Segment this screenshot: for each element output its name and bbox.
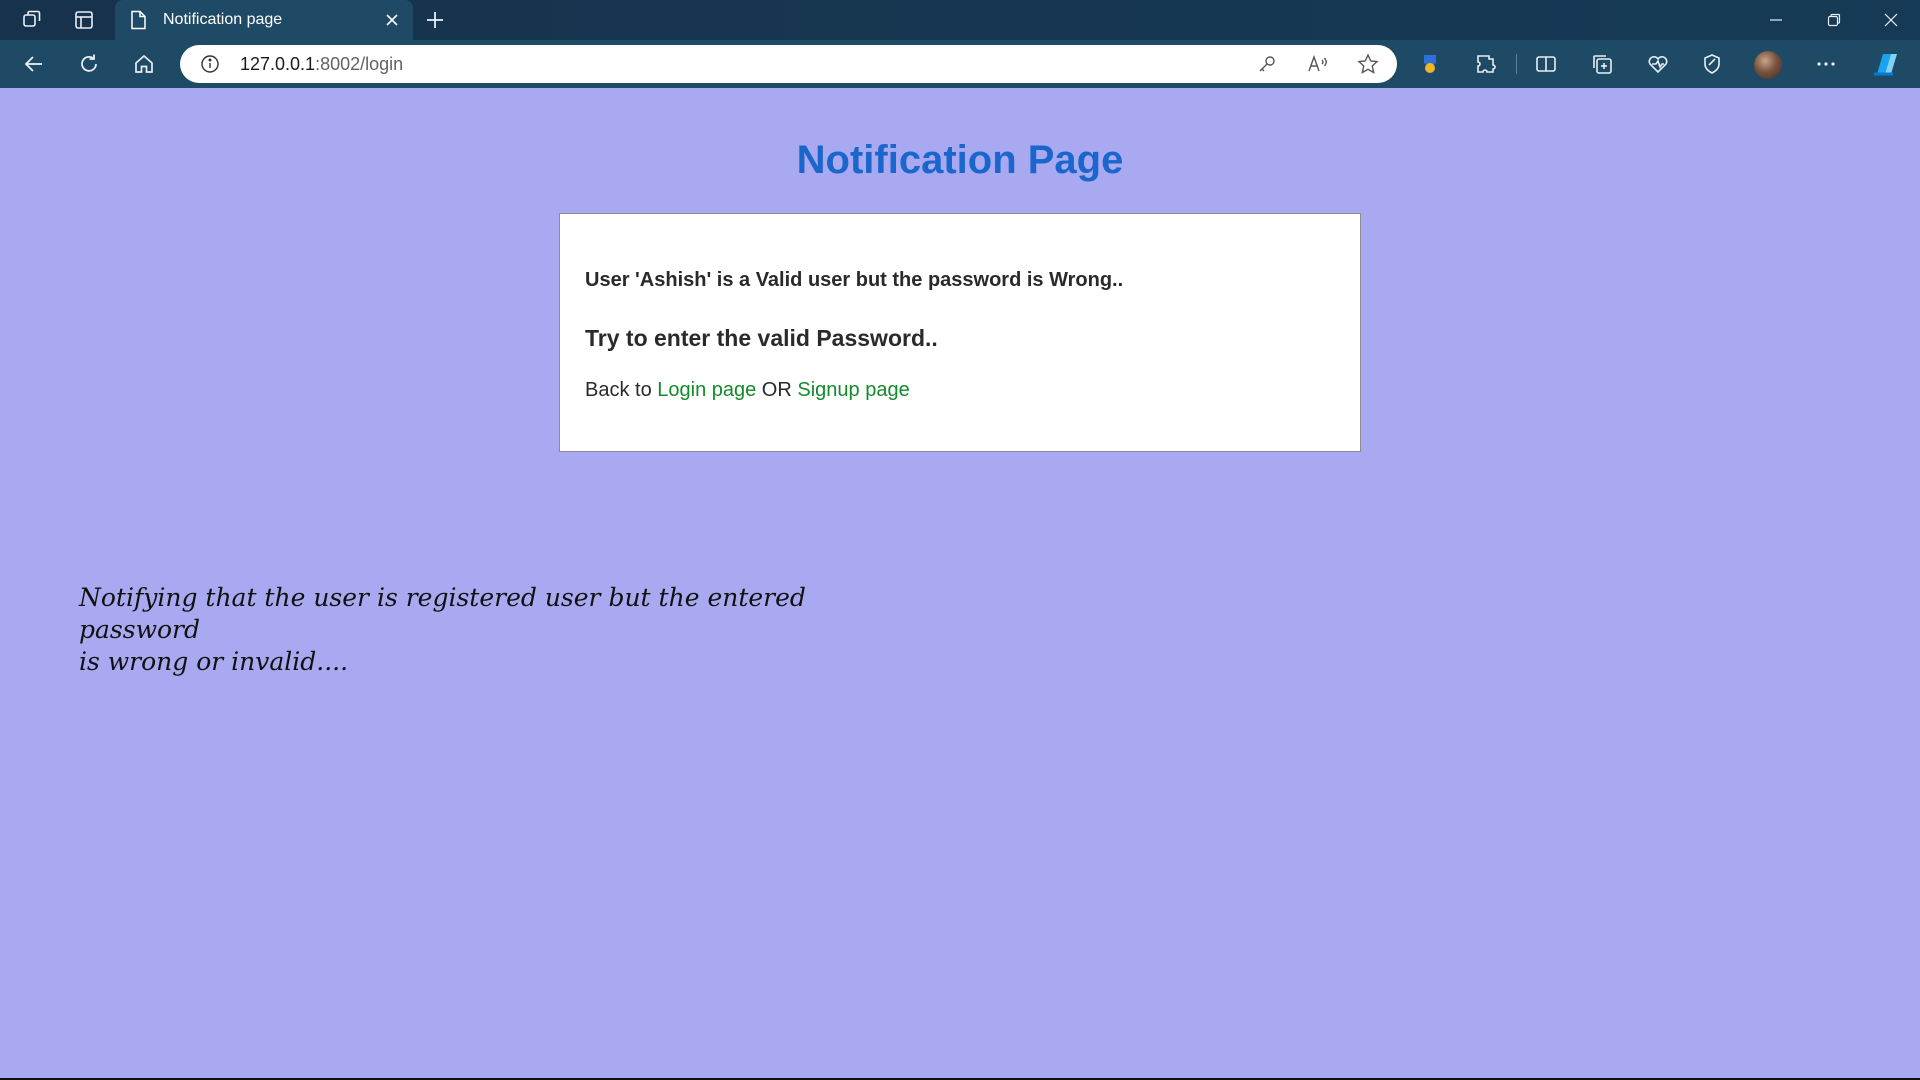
restore-icon[interactable] xyxy=(1805,0,1863,40)
tab-notification-page[interactable]: Notification page xyxy=(115,0,413,40)
extensions-icon[interactable] xyxy=(1464,44,1508,84)
browser-toolbar: 127.0.0.1:8002/login xyxy=(0,40,1920,88)
favorite-star-icon[interactable] xyxy=(1348,45,1388,83)
key-icon[interactable] xyxy=(1247,45,1287,83)
close-window-icon[interactable] xyxy=(1862,0,1920,40)
back-icon[interactable] xyxy=(14,44,54,84)
page-icon xyxy=(129,10,149,30)
extension-badge-icon[interactable] xyxy=(1408,44,1452,84)
copilot-icon[interactable] xyxy=(1864,44,1908,84)
refresh-icon[interactable] xyxy=(69,44,109,84)
page-content: Notification Page User 'Ashish' is a Val… xyxy=(0,88,1920,1080)
read-aloud-icon[interactable] xyxy=(1298,45,1338,83)
new-tab-icon[interactable] xyxy=(415,0,455,40)
minimize-icon[interactable] xyxy=(1747,0,1805,40)
tab-bar: Notification page xyxy=(0,0,1920,40)
login-page-link[interactable]: Login page xyxy=(657,379,756,401)
page-title: Notification Page xyxy=(796,138,1124,182)
split-screen-icon[interactable] xyxy=(1524,44,1568,84)
back-prefix: Back to xyxy=(585,379,658,401)
toolbar-divider xyxy=(1516,54,1517,74)
signup-page-link[interactable]: Signup page xyxy=(797,379,909,401)
workspaces-icon[interactable] xyxy=(12,0,52,40)
caption-line-2: is wrong or invalid.... xyxy=(79,647,349,676)
address-bar[interactable]: 127.0.0.1:8002/login xyxy=(180,45,1397,83)
home-icon[interactable] xyxy=(124,44,164,84)
avatar[interactable] xyxy=(1754,51,1782,79)
url-host: 127.0.0.1 xyxy=(240,53,316,74)
caption-text: Notifying that the user is registered us… xyxy=(79,582,839,678)
tab-title: Notification page xyxy=(163,11,283,28)
caption-line-1: Notifying that the user is registered us… xyxy=(79,583,806,644)
user-status-message: User 'Ashish' is a Valid user but the pa… xyxy=(585,269,1124,291)
notification-card: User 'Ashish' is a Valid user but the pa… xyxy=(559,213,1361,452)
more-icon[interactable] xyxy=(1804,44,1848,84)
retry-message: Try to enter the valid Password.. xyxy=(585,325,938,351)
feedback-icon[interactable] xyxy=(1690,44,1734,84)
url-path: :8002/login xyxy=(315,53,404,74)
tab-actions-icon[interactable] xyxy=(64,0,104,40)
collections-icon[interactable] xyxy=(1580,44,1624,84)
back-links: Back to Login page OR Signup page xyxy=(585,379,910,402)
info-icon[interactable] xyxy=(200,53,222,75)
or-text: OR xyxy=(756,379,798,401)
browser-essentials-icon[interactable] xyxy=(1636,44,1680,84)
close-icon[interactable] xyxy=(377,5,407,35)
